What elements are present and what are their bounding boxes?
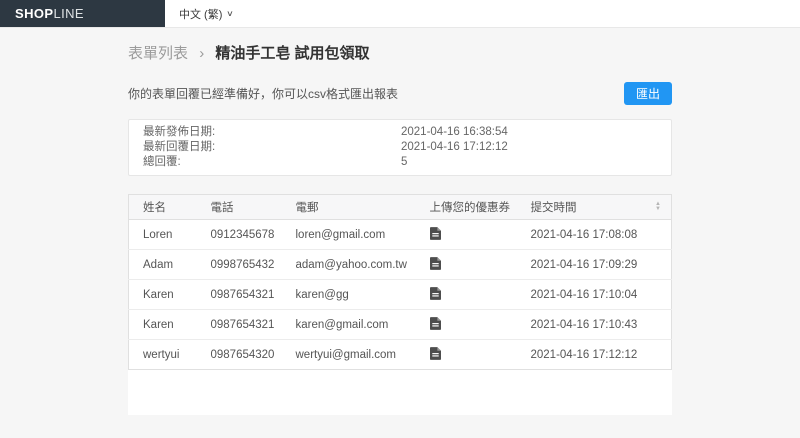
language-label: 中文 (繁): [179, 8, 223, 21]
responses-table-card: 姓名 電話 電郵 上傳您的優惠券 提交時間 ▲ ▼ Loren 09123456…: [128, 194, 672, 415]
cell-coupon: [415, 249, 517, 280]
logo-text-light: LINE: [53, 6, 84, 21]
export-button[interactable]: 匯出: [623, 82, 672, 105]
summary-row-last-reply: 最新回覆日期: 2021-04-16 17:12:12: [143, 140, 657, 155]
topbar: SHOPLINE 中文 (繁) ∨: [0, 0, 800, 28]
cell-phone: 0998765432: [196, 249, 282, 280]
summary-value: 2021-04-16 17:12:12: [401, 141, 508, 153]
summary-label: 總回覆:: [143, 156, 181, 168]
summary-row-total-replies: 總回覆: 5: [143, 155, 657, 170]
language-selector[interactable]: 中文 (繁) ∨: [179, 0, 235, 27]
table-row: Karen 0987654321 karen@gmail.com 2021-04…: [128, 309, 672, 340]
summary-value: 5: [401, 156, 408, 168]
responses-table: 姓名 電話 電郵 上傳您的優惠券 提交時間 ▲ ▼ Loren 09123456…: [128, 194, 672, 370]
export-description: 你的表單回覆已經準備好，你可以csv格式匯出報表: [128, 87, 399, 101]
cell-phone: 0987654320: [210, 348, 275, 361]
cell-coupon: [415, 219, 517, 250]
table-header-row: 姓名 電話 電郵 上傳您的優惠券 提交時間 ▲ ▼: [128, 194, 672, 220]
cell-name: Karen: [128, 279, 197, 310]
cell-name: Karen: [128, 309, 197, 340]
table-row: Adam 0998765432 adam@yahoo.com.tw 2021-0…: [128, 249, 672, 280]
logo-text-bold: SHOP: [15, 6, 54, 21]
cell-name: Loren: [128, 219, 197, 250]
cell-coupon: [416, 340, 517, 370]
shopline-logo: SHOPLINE: [15, 6, 84, 21]
uploaded-file-icon[interactable]: [429, 286, 441, 303]
table-row: wertyui 0987654320 wertyui@gmail.com 202…: [129, 340, 672, 370]
cell-coupon: [415, 309, 517, 340]
chevron-down-icon: ∨: [226, 9, 235, 18]
column-header-coupon: 上傳您的優惠券: [415, 194, 517, 220]
sort-icon[interactable]: ▲ ▼: [655, 201, 661, 212]
cell-name: Adam: [128, 249, 197, 280]
breadcrumb: 表單列表 › 精油手工皂 試用包領取: [128, 44, 672, 63]
cell-phone: 0987654321: [196, 279, 282, 310]
summary-card: 最新發佈日期: 2021-04-16 16:38:54 最新回覆日期: 2021…: [128, 119, 672, 176]
cell-submit-time: 2021-04-16 17:10:04: [516, 279, 672, 310]
uploaded-file-icon[interactable]: [429, 346, 441, 363]
cell-phone: 0912345678: [196, 219, 282, 250]
cell-email: adam@yahoo.com.tw: [281, 249, 416, 280]
table-row: Karen 0987654321 karen@gg 2021-04-16 17:…: [128, 279, 672, 310]
main-content: 表單列表 › 精油手工皂 試用包領取 你的表單回覆已經準備好，你可以csv格式匯…: [128, 44, 672, 415]
cell-email: wertyui@gmail.com: [295, 348, 397, 361]
summary-label: 最新回覆日期:: [143, 141, 216, 153]
breadcrumb-form-list-link[interactable]: 表單列表: [128, 45, 188, 62]
cell-email: karen@gg: [281, 279, 416, 310]
cell-phone: 0987654321: [196, 309, 282, 340]
breadcrumb-separator: ›: [199, 45, 205, 62]
cell-submit-time: 2021-04-16 17:12:12: [530, 348, 638, 361]
logo-block: SHOPLINE: [0, 0, 165, 27]
uploaded-file-icon[interactable]: [429, 316, 441, 333]
column-header-submit-time: 提交時間 ▲ ▼: [516, 194, 672, 220]
cell-name: wertyui: [143, 348, 180, 361]
cell-email: loren@gmail.com: [281, 219, 416, 250]
summary-row-published: 最新發佈日期: 2021-04-16 16:38:54: [143, 125, 657, 140]
cell-email: karen@gmail.com: [281, 309, 416, 340]
cell-submit-time: 2021-04-16 17:09:29: [516, 249, 672, 280]
cell-submit-time: 2021-04-16 17:08:08: [516, 219, 672, 250]
uploaded-file-icon[interactable]: [429, 226, 441, 243]
summary-label: 最新發佈日期:: [143, 126, 216, 138]
export-row: 你的表單回覆已經準備好，你可以csv格式匯出報表 匯出: [128, 82, 672, 105]
cell-coupon: [415, 279, 517, 310]
sort-down-arrow: ▼: [655, 206, 661, 212]
summary-value: 2021-04-16 16:38:54: [401, 126, 508, 138]
column-header-phone: 電話: [196, 194, 282, 220]
table-row: Loren 0912345678 loren@gmail.com 2021-04…: [128, 219, 672, 250]
uploaded-file-icon[interactable]: [429, 256, 441, 273]
column-header-name: 姓名: [128, 194, 197, 220]
page-title: 精油手工皂 試用包領取: [215, 45, 370, 62]
column-header-email: 電郵: [281, 194, 416, 220]
cell-submit-time: 2021-04-16 17:10:43: [516, 309, 672, 340]
